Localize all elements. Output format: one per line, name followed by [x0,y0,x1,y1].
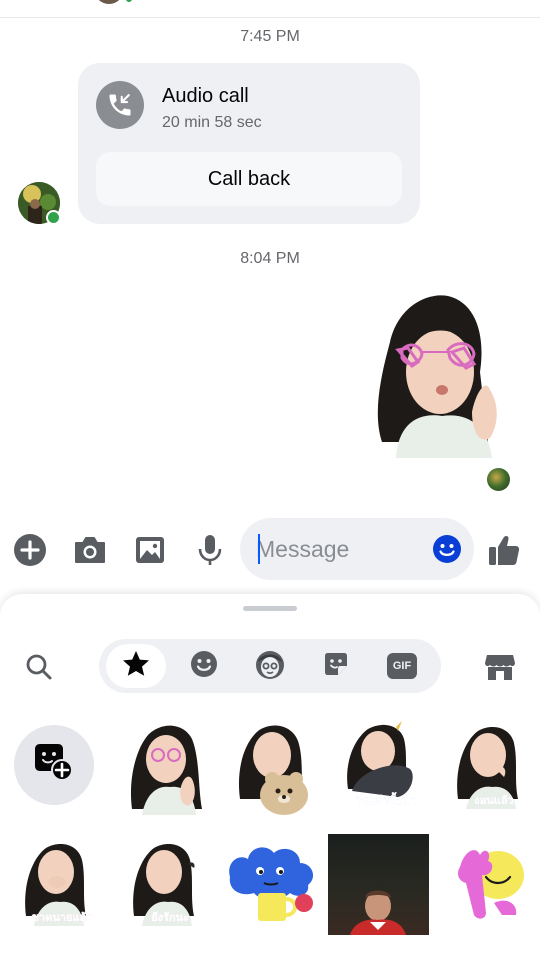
sticker-category-tabs: GIF [99,639,441,693]
online-status-dot [46,210,61,225]
gif-label: GIF [392,660,412,672]
plus-icon[interactable] [10,530,50,570]
star-icon [121,649,151,684]
sticker-item[interactable]: ยังรักนะ [122,834,218,930]
sticker-caption: ขาดนายแล้ว [31,912,93,924]
emoji-icon[interactable] [432,534,462,564]
sticker-tray: GIF ถึงแล้วมั้ยน้า งอนแล้ว ขาดนายแล้ว ยั… [0,594,540,960]
tab-avatar[interactable] [240,644,300,688]
camera-icon[interactable] [70,530,110,570]
sticker-item[interactable]: ขาดนายแล้ว [14,834,110,930]
sticker-item[interactable] [446,837,540,933]
add-sticker-button[interactable] [14,725,94,805]
message-composer [0,512,540,588]
avatar-icon [254,648,286,685]
call-duration: 20 min 58 sec [162,114,262,131]
timestamp: 8:04 PM [240,250,300,267]
gif-icon: GIF [387,653,417,679]
sticker-icon [322,650,350,683]
video-sticker-thumbnail[interactable] [328,834,429,935]
sticker-item[interactable]: ถึงแล้วมั้ยน้า [338,719,434,815]
read-receipt-avatar [487,468,510,491]
sent-sticker[interactable] [368,292,510,458]
create-sticker-icon [33,743,75,788]
sticker-store-icon[interactable] [484,652,516,682]
microphone-icon[interactable] [190,530,230,570]
tab-favorites[interactable] [106,644,166,688]
header-online-dot [124,0,134,4]
thumbs-up-icon[interactable] [484,530,524,570]
message-field[interactable] [240,518,474,580]
sticker-item[interactable] [122,719,218,815]
sticker-caption: ยังรักนะ [151,912,189,924]
call-back-button[interactable]: Call back [96,152,402,206]
smiley-icon [190,650,218,683]
sticker-item[interactable] [224,837,320,933]
search-icon[interactable] [24,652,54,682]
tab-gif[interactable]: GIF [372,644,432,688]
text-caret [258,534,260,564]
sticker-item[interactable]: งอนแล้ว [446,719,540,815]
message-input[interactable] [256,530,426,568]
gallery-icon[interactable] [130,530,170,570]
tab-stickers[interactable] [306,644,366,688]
missed-call-icon [96,81,144,129]
sticker-item[interactable] [230,719,326,815]
header-avatar[interactable] [94,0,124,4]
sticker-caption: ถึงแล้วมั้ยน้า [356,795,416,807]
audio-call-card[interactable]: Audio call 20 min 58 sec Call back [78,63,420,224]
call-title: Audio call [162,85,249,107]
sticker-caption: งอนแล้ว [474,795,514,807]
conversation-header-edge [0,0,540,18]
tray-drag-handle[interactable] [243,606,297,611]
tab-emoji[interactable] [174,644,234,688]
timestamp: 7:45 PM [240,28,300,45]
